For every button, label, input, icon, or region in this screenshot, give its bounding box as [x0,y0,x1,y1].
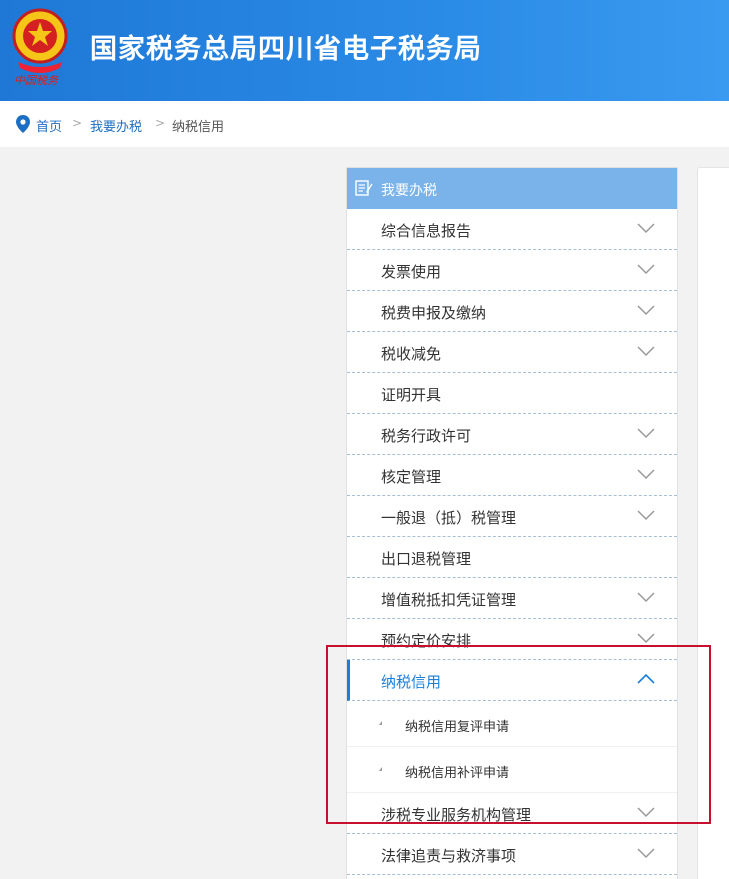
logo-text: 中国税务 [14,74,58,87]
menu-title: 我要办税 [381,183,437,199]
menu-item-label: 税务行政许可 [381,427,472,445]
menu-item-label: 法律追责与救济事项 [381,847,517,865]
highlight-box [326,645,711,824]
chevron-down-icon [637,469,655,480]
chevron-down-icon [637,346,655,357]
chevron-down-icon [637,633,655,644]
menu-item-label: 税费申报及缴纳 [381,304,487,322]
chevron-down-icon [637,305,655,316]
menu-item[interactable]: 增值税抵扣凭证管理 [347,578,677,619]
menu-item[interactable]: 证明开具 [347,373,677,414]
chevron-down-icon [637,428,655,439]
edit-document-icon [355,180,373,196]
menu-header: 我要办税 [347,168,677,209]
breadcrumb-separator: > [155,116,166,130]
breadcrumb-current: 纳税信用 [172,120,225,135]
menu-item[interactable]: 发票使用 [347,250,677,291]
chevron-down-icon [637,848,655,859]
chevron-down-icon [637,223,655,234]
menu-item-label: 一般退（抵）税管理 [381,509,517,527]
menu-item[interactable]: 出口退税管理 [347,537,677,578]
chevron-down-icon [637,510,655,521]
breadcrumb-separator: > [72,116,83,130]
menu-item-label: 核定管理 [381,468,442,486]
menu-item-label: 增值税抵扣凭证管理 [381,591,517,609]
menu-item[interactable]: 税费申报及缴纳 [347,291,677,332]
menu-item[interactable]: 法律追责与救济事项 [347,834,677,875]
menu-item-label: 综合信息报告 [381,222,472,240]
menu-item[interactable]: 核定管理 [347,455,677,496]
menu-item-label: 税收减免 [381,345,442,363]
site-title: 国家税务总局四川省电子税务局 [90,34,482,65]
location-pin-icon [16,115,30,133]
menu-item[interactable]: 综合信息报告 [347,209,677,250]
breadcrumb-section-link[interactable]: 我要办税 [90,116,142,135]
chevron-down-icon [637,592,655,603]
menu-item[interactable]: 一般退（抵）税管理 [347,496,677,537]
menu-item-label: 发票使用 [381,263,442,281]
menu-item[interactable]: 税收减免 [347,332,677,373]
menu-item-label: 出口退税管理 [381,550,472,568]
breadcrumb: 首页 > 我要办税 > 纳税信用 [0,101,729,147]
site-header: 中国税务 国家税务总局四川省电子税务局 [0,0,729,101]
chevron-down-icon [637,264,655,275]
menu-item-label: 证明开具 [381,386,442,404]
menu-item[interactable]: 税务行政许可 [347,414,677,455]
breadcrumb-home-link[interactable]: 首页 [36,116,62,135]
